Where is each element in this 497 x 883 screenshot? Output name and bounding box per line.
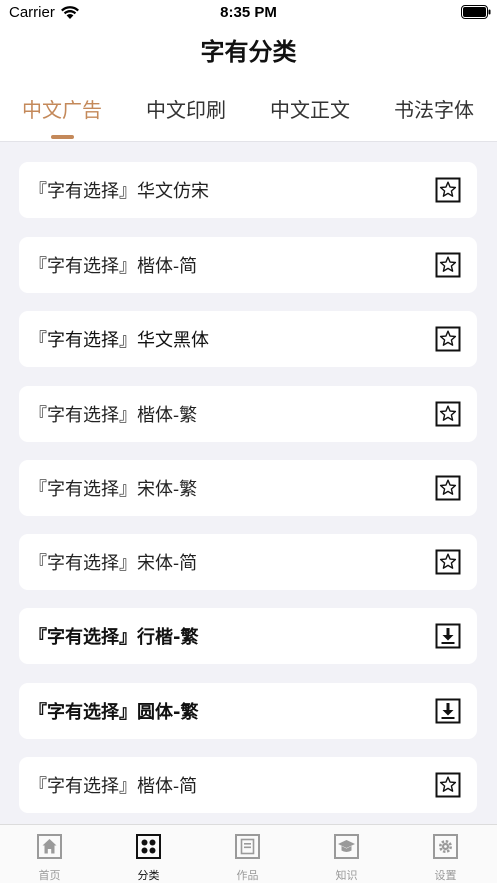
page-title: 字有分类 [200,38,297,66]
settings-icon [433,834,458,859]
star-icon[interactable] [435,549,461,575]
star-icon[interactable] [435,772,461,798]
font-name: 『字有选择』华文黑体 [29,330,209,351]
active-tab-indicator [51,135,74,139]
tab-calligraphy-fonts[interactable]: 书法字体 [379,94,489,123]
tab-print-fonts[interactable]: 中文印刷 [131,94,241,123]
top-bar: Carrier 8:35 PM 字有分类 中文广告 中文印刷 中文正文 书法字体 [0,0,497,142]
tab-body-fonts[interactable]: 中文正文 [255,94,365,123]
font-name: 『字有选择』楷体-繁 [29,405,198,426]
list-item[interactable]: 『字有选择』楷体-简 [19,757,477,813]
star-icon[interactable] [435,252,461,278]
list-item[interactable]: 『字有选择』行楷-繁 [19,608,477,664]
tabbar-knowledge[interactable]: 知识 [297,825,396,883]
tabbar-works[interactable]: 作品 [198,825,297,883]
tabbar-home[interactable]: 首页 [0,825,99,883]
font-name: 『字有选择』宋体-繁 [29,479,198,500]
star-icon[interactable] [435,401,461,427]
tabbar-label: 分类 [137,869,160,882]
star-icon[interactable] [435,177,461,203]
tabbar-label: 知识 [335,869,358,882]
font-name: 『字有选择』楷体-简 [29,776,198,797]
works-icon [235,834,260,859]
home-icon [37,834,62,859]
font-name: 『字有选择』楷体-简 [29,256,198,277]
list-item[interactable]: 『字有选择』华文仿宋 [19,162,477,218]
download-icon[interactable] [435,623,461,649]
list-item[interactable]: 『字有选择』圆体-繁 [19,683,477,739]
list-item[interactable]: 『字有选择』楷体-繁 [19,386,477,442]
tabbar-label: 设置 [434,869,457,882]
list-item[interactable]: 『字有选择』宋体-简 [19,534,477,590]
status-bar: Carrier 8:35 PM [0,0,497,26]
font-name: 『字有选择』宋体-简 [29,553,198,574]
tabbar-label: 作品 [236,869,259,882]
category-tabs: 中文广告 中文印刷 中文正文 书法字体 [0,94,497,142]
star-icon[interactable] [435,326,461,352]
battery-icon [461,5,491,19]
star-icon[interactable] [435,475,461,501]
font-name: 『字有选择』行楷-繁 [29,627,199,648]
tabbar-label: 首页 [38,869,61,882]
tab-ad-fonts[interactable]: 中文广告 [7,94,117,123]
clock: 8:35 PM [220,4,277,21]
category-icon [136,834,161,859]
font-name: 『字有选择』华文仿宋 [29,181,209,202]
font-name: 『字有选择』圆体-繁 [29,702,199,723]
font-list: 『字有选择』华文仿宋 『字有选择』楷体-简 『字有选择』华文黑体 『字有选择』楷… [0,142,497,824]
bottom-tab-bar: 首页 分类 作品 知识 设置 [0,824,497,883]
list-item[interactable]: 『字有选择』华文黑体 [19,311,477,367]
knowledge-icon [334,834,359,859]
download-icon[interactable] [435,698,461,724]
list-item[interactable]: 『字有选择』楷体-简 [19,237,477,293]
tabbar-settings[interactable]: 设置 [396,825,495,883]
list-item[interactable]: 『字有选择』宋体-繁 [19,460,477,516]
tabbar-category[interactable]: 分类 [99,825,198,883]
